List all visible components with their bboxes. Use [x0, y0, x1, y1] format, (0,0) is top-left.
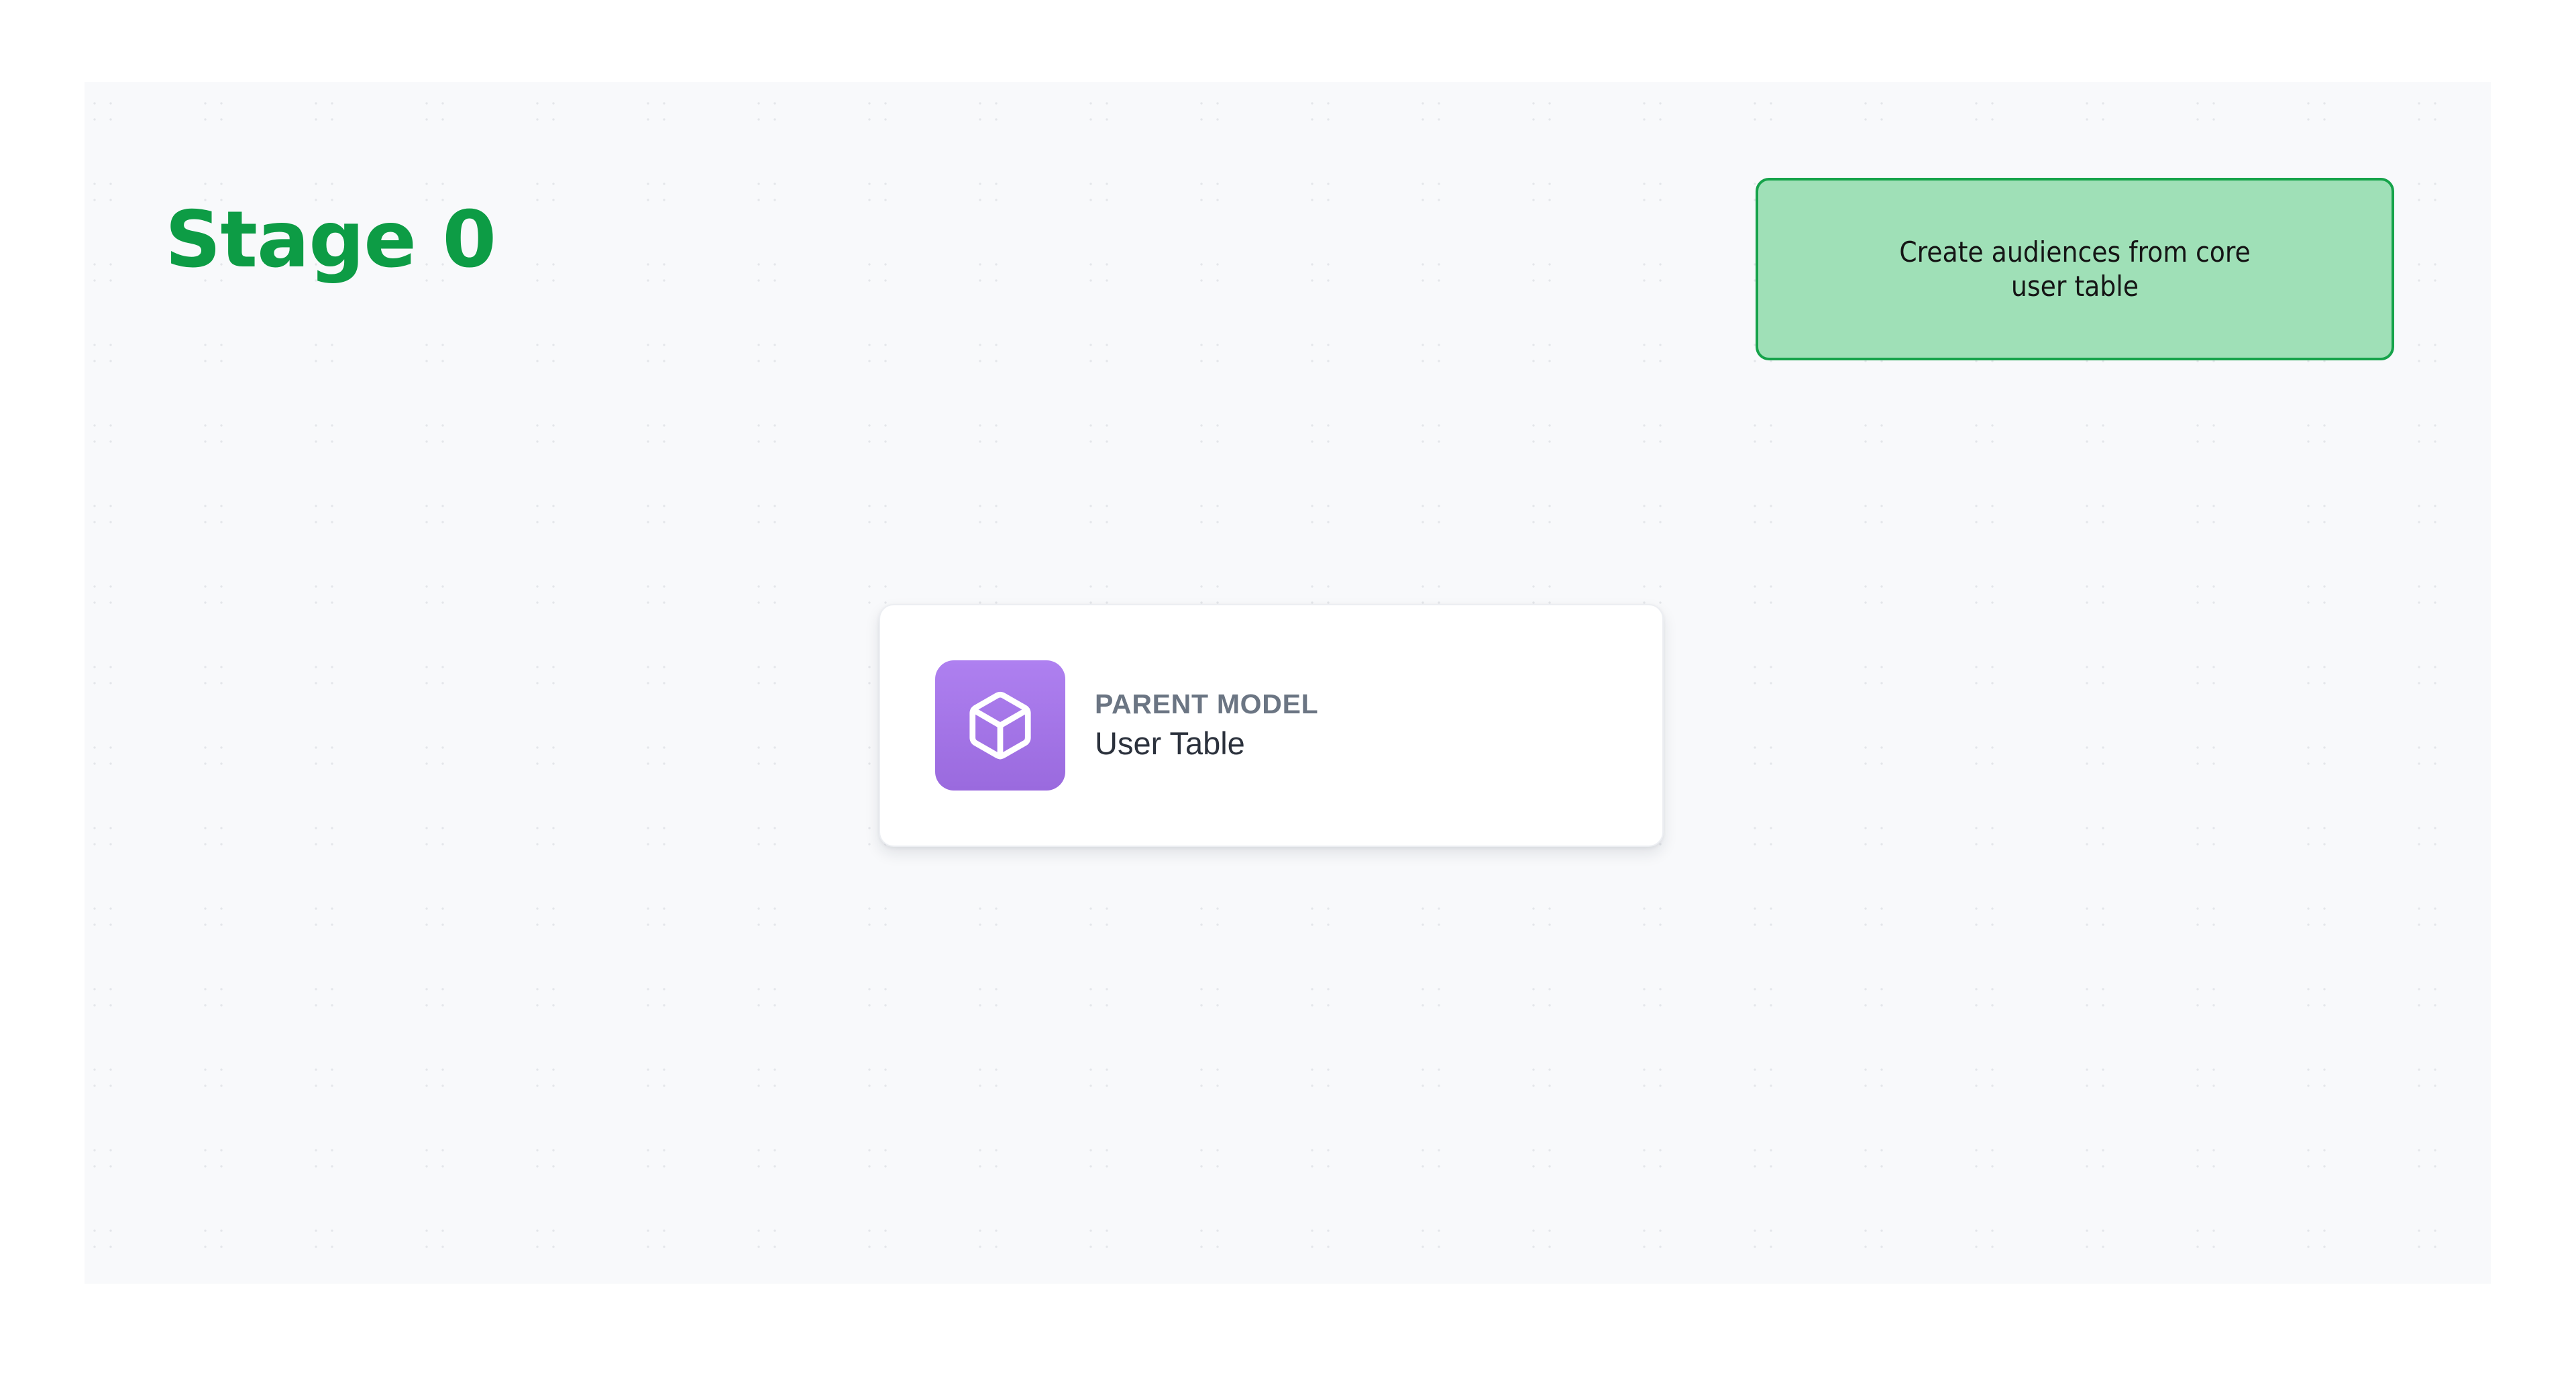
annotation-badge: Create audiences from core user table: [1756, 178, 2394, 360]
node-text-block: PARENT MODEL User Table: [1095, 689, 1318, 761]
node-kicker-label: PARENT MODEL: [1095, 689, 1319, 720]
cube-icon: [963, 689, 1037, 762]
parent-model-node-card[interactable]: PARENT MODEL User Table: [879, 604, 1664, 847]
stage-title: Stage 0: [165, 195, 496, 285]
node-title-label: User Table: [1095, 725, 1245, 761]
node-icon-tile: [935, 660, 1065, 791]
annotation-badge-text: Create audiences from core user table: [1899, 235, 2251, 303]
